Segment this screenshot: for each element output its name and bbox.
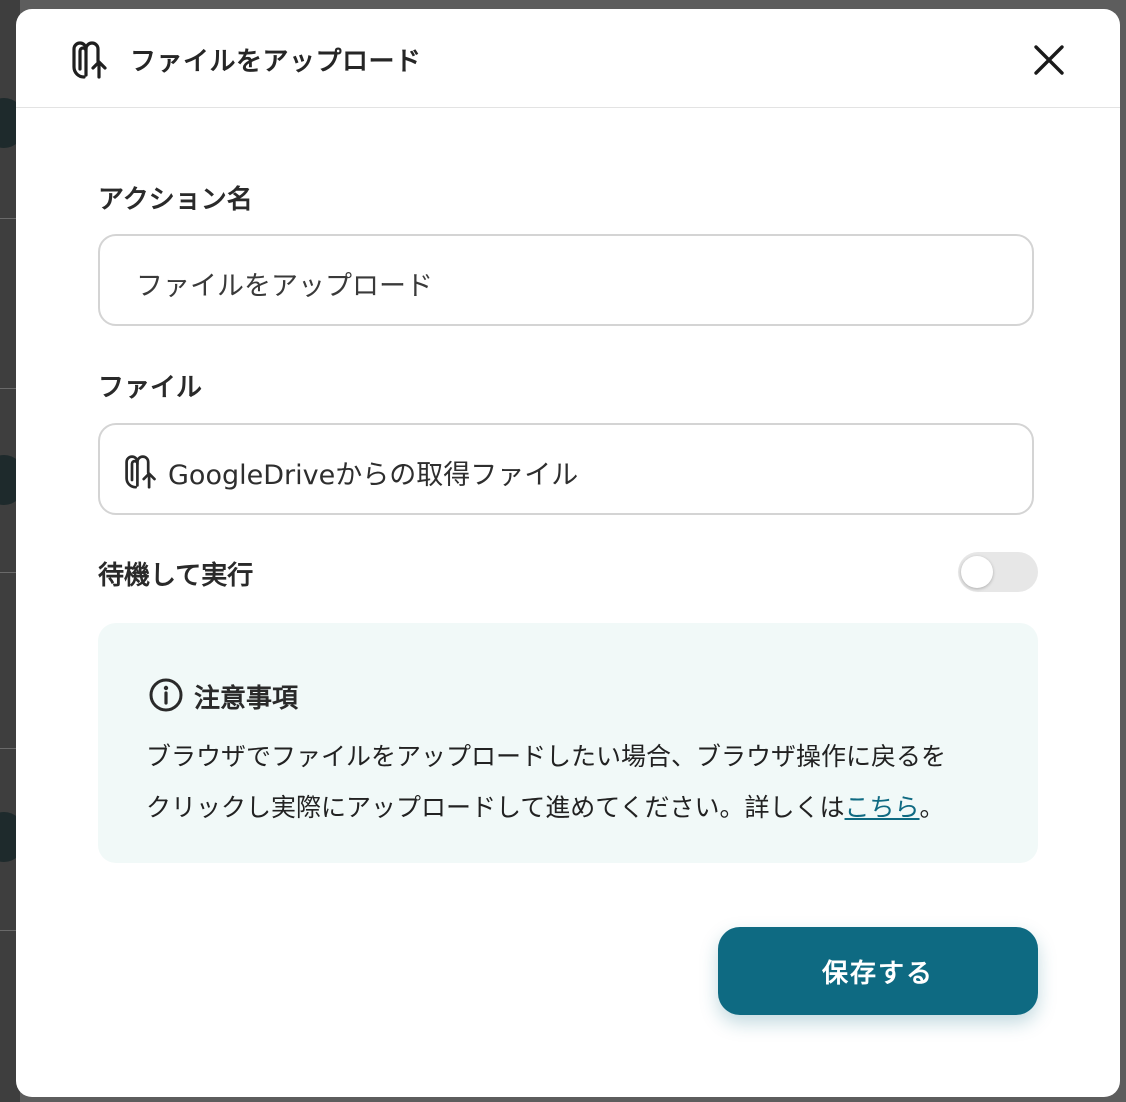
wait-execute-toggle[interactable]: [958, 552, 1038, 592]
save-button[interactable]: 保存する: [718, 927, 1038, 1015]
file-value: GoogleDriveからの取得ファイル: [168, 460, 579, 491]
dialog-title: ファイルをアップロード: [130, 47, 422, 77]
notice-line-2-end: 。: [919, 793, 945, 822]
toggle-knob: [961, 556, 993, 588]
paperclip-upload-icon: [72, 39, 108, 79]
notice-title: 注意事項: [194, 684, 299, 714]
upload-file-dialog: ファイルをアップロード アクション名 ファイルをアップロード ファイル Goog…: [16, 9, 1120, 1097]
details-link[interactable]: こちら: [845, 793, 920, 822]
notice-text: ブラウザでファイルをアップロードしたい場合、ブラウザ操作に戻るを クリックし実際…: [146, 731, 1006, 833]
action-name-input[interactable]: ファイルをアップロード: [98, 234, 1034, 326]
wait-execute-label: 待機して実行: [98, 561, 254, 591]
close-button[interactable]: [1028, 39, 1070, 81]
dialog-header: ファイルをアップロード: [16, 9, 1120, 108]
paperclip-upload-icon: [124, 453, 158, 489]
notice-line-1: ブラウザでファイルをアップロードしたい場合、ブラウザ操作に戻るを: [146, 742, 947, 771]
close-icon: [1034, 45, 1064, 75]
action-name-label: アクション名: [98, 185, 253, 215]
info-icon: [148, 677, 184, 713]
file-input[interactable]: GoogleDriveからの取得ファイル: [98, 423, 1034, 515]
notice-box: 注意事項 ブラウザでファイルをアップロードしたい場合、ブラウザ操作に戻るを クリ…: [98, 623, 1038, 863]
file-label: ファイル: [98, 373, 203, 403]
action-name-value: ファイルをアップロード: [136, 271, 433, 302]
notice-line-2: クリックし実際にアップロードして進めてください。詳しくは: [146, 793, 845, 822]
